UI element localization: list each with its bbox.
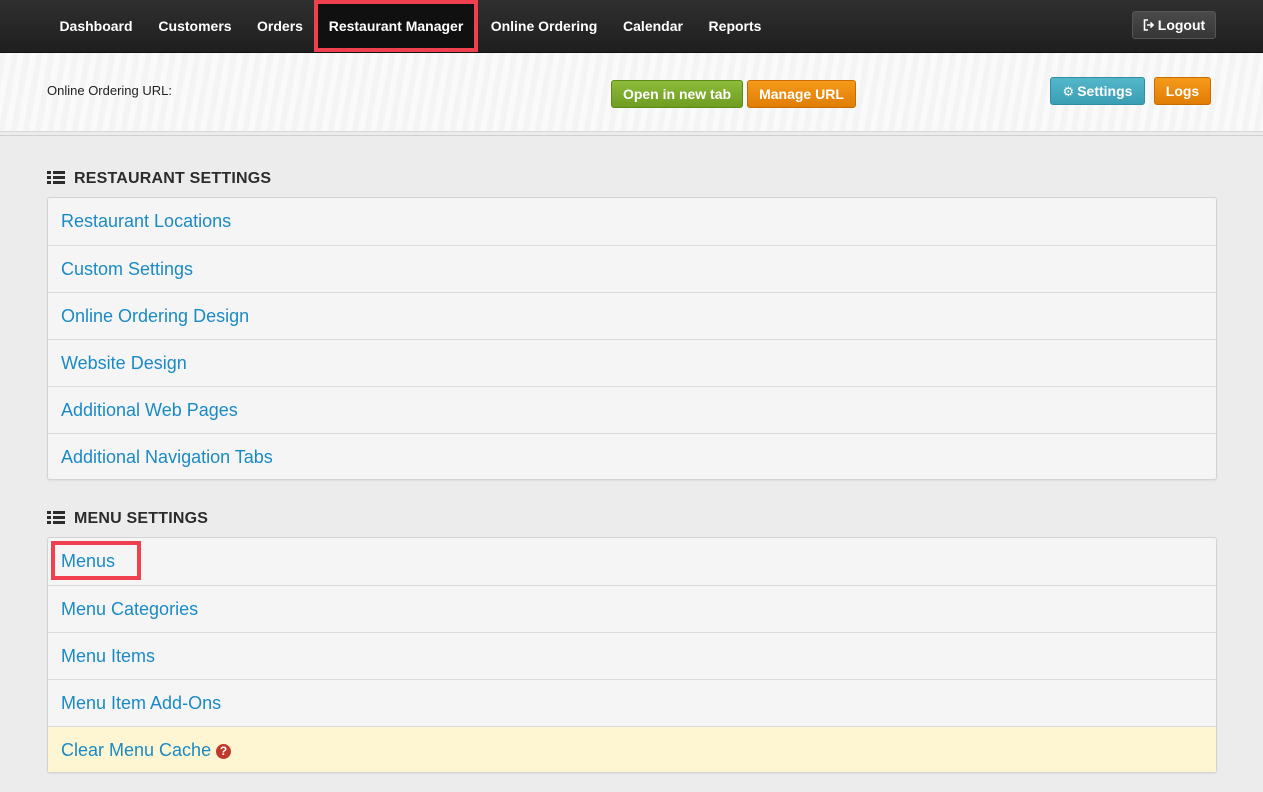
restaurant-settings-title: RESTAURANT SETTINGS: [74, 170, 272, 187]
logs-button[interactable]: Logs: [1154, 77, 1211, 105]
settings-label: Settings: [1077, 83, 1133, 99]
link-menu-items[interactable]: Menu Items: [48, 632, 1216, 679]
link-additional-navigation-tabs[interactable]: Additional Navigation Tabs: [48, 433, 1216, 480]
logout-button[interactable]: Logout: [1132, 11, 1216, 39]
top-navbar: Dashboard Customers Orders Restaurant Ma…: [0, 0, 1263, 53]
settings-button[interactable]: ⚙ Settings: [1050, 77, 1145, 105]
nav-reports[interactable]: Reports: [696, 0, 774, 52]
gear-icon: ⚙: [1062, 84, 1075, 99]
list-icon: [47, 171, 65, 184]
question-circle-icon[interactable]: ?: [216, 744, 232, 759]
clear-menu-cache-label: Clear Menu Cache: [61, 740, 212, 760]
link-menus[interactable]: Menus: [48, 538, 1216, 585]
menu-settings-title: MENU SETTINGS: [74, 510, 209, 527]
link-website-design[interactable]: Website Design: [48, 339, 1216, 386]
manage-url-button[interactable]: Manage URL: [747, 80, 856, 108]
link-clear-menu-cache[interactable]: Clear Menu Cache?: [48, 726, 1216, 772]
nav-calendar[interactable]: Calendar: [610, 0, 696, 52]
restaurant-settings-list: Restaurant Locations Custom Settings Onl…: [47, 197, 1217, 480]
online-ordering-url-label: Online Ordering URL:: [47, 83, 172, 98]
sign-out-icon: [1143, 13, 1155, 39]
nav-dashboard[interactable]: Dashboard: [47, 0, 145, 52]
menu-settings-heading: MENU SETTINGS: [47, 510, 208, 528]
link-online-ordering-design[interactable]: Online Ordering Design: [48, 292, 1216, 339]
nav-orders[interactable]: Orders: [245, 0, 315, 52]
link-custom-settings[interactable]: Custom Settings: [48, 245, 1216, 292]
divider: [0, 135, 1263, 136]
logout-label: Logout: [1157, 17, 1206, 33]
list-icon: [47, 511, 65, 524]
open-in-new-tab-button[interactable]: Open in new tab: [611, 80, 743, 108]
nav-customers[interactable]: Customers: [147, 0, 243, 52]
link-additional-web-pages[interactable]: Additional Web Pages: [48, 386, 1216, 433]
nav-online-ordering[interactable]: Online Ordering: [478, 0, 610, 52]
link-restaurant-locations[interactable]: Restaurant Locations: [48, 198, 1216, 245]
nav-restaurant-manager[interactable]: Restaurant Manager: [314, 0, 478, 52]
menu-settings-list: Menus Menu Categories Menu Items Menu It…: [47, 537, 1217, 773]
link-menu-categories[interactable]: Menu Categories: [48, 585, 1216, 632]
restaurant-settings-heading: RESTAURANT SETTINGS: [47, 170, 271, 188]
link-menu-item-add-ons[interactable]: Menu Item Add-Ons: [48, 679, 1216, 726]
